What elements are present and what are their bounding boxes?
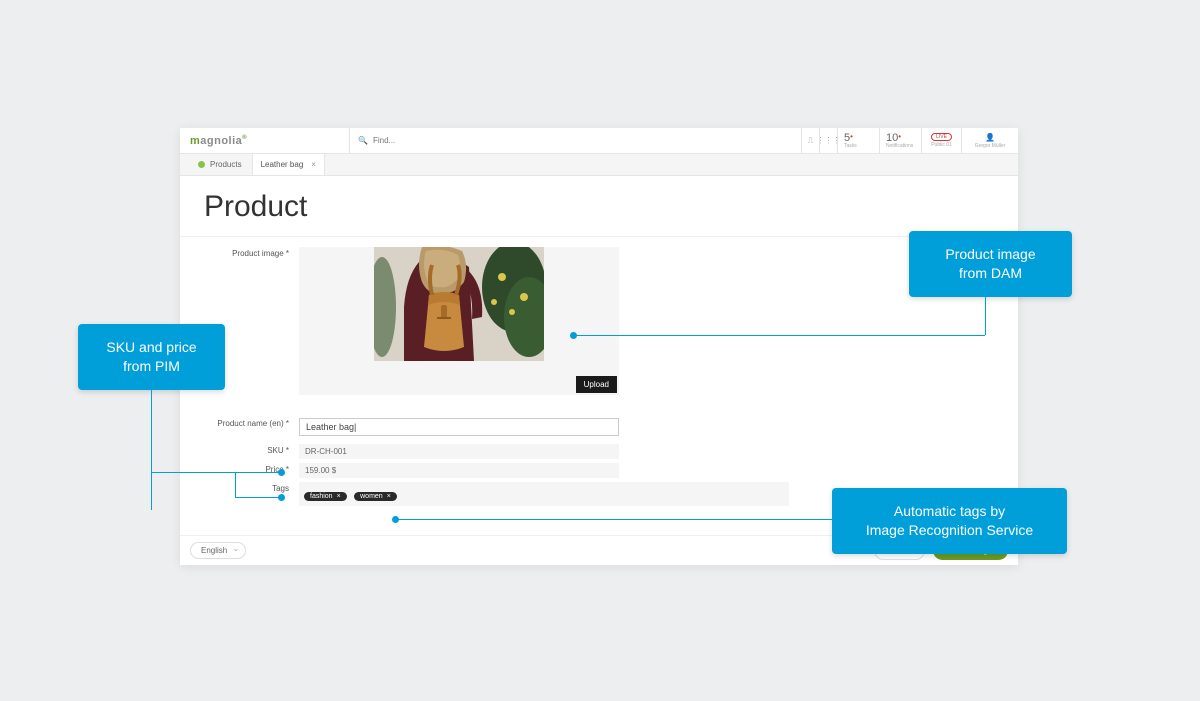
label-tags: Tags — [204, 482, 299, 493]
connector-dot — [278, 469, 285, 476]
callout-auto-tags: Automatic tags by Image Recognition Serv… — [832, 488, 1067, 554]
connector-dot — [278, 494, 285, 501]
sku-value: DR-CH-001 — [299, 444, 619, 459]
logo-rest: agnolia — [200, 135, 242, 147]
connector — [235, 472, 236, 498]
live-sublabel: Public 01 — [931, 142, 952, 148]
tag-remove-icon[interactable]: × — [387, 493, 391, 500]
callout-line: from DAM — [927, 264, 1054, 283]
user-name: Gregor Müller — [975, 143, 1006, 149]
tab-leather-bag[interactable]: Leather bag × — [252, 154, 325, 175]
user-menu[interactable]: 👤 Gregor Müller — [962, 128, 1018, 153]
tasks-label: Tasks — [844, 144, 857, 149]
notif-label: Notifications — [886, 144, 913, 149]
search-input[interactable] — [373, 136, 793, 145]
label-sku: SKU * — [204, 444, 299, 455]
upload-button[interactable]: Upload — [576, 376, 617, 393]
connector — [573, 335, 985, 336]
row-product-name: Product name (en) * — [204, 417, 994, 436]
callout-product-image: Product image from DAM — [909, 231, 1072, 297]
tag-label: women — [360, 493, 383, 500]
logo-reg: ® — [242, 135, 247, 141]
user-icon: 👤 — [985, 133, 995, 142]
connector — [775, 519, 832, 520]
tab-open-label: Leather bag — [261, 160, 304, 169]
tag-chip[interactable]: fashion × — [304, 492, 347, 501]
connector-dot — [392, 516, 399, 523]
page-title: Product — [204, 190, 994, 224]
close-icon[interactable]: × — [311, 160, 316, 169]
logo-letter: m — [190, 135, 200, 147]
product-image-thumbnail — [374, 247, 544, 361]
tag-label: fashion — [310, 493, 333, 500]
connector — [151, 472, 235, 473]
connector — [395, 519, 775, 520]
label-product-name: Product name (en) * — [204, 417, 299, 428]
callout-line: SKU and price — [96, 338, 207, 357]
connector — [151, 388, 152, 510]
product-name-input[interactable] — [299, 418, 619, 436]
connector — [775, 519, 776, 520]
search-icon: 🔍 — [358, 136, 368, 145]
label-product-image: Product image * — [204, 247, 299, 258]
notifications-indicator[interactable]: 10• Notifications — [880, 128, 922, 153]
tab-bar: Products Leather bag × — [180, 154, 1018, 176]
tab-products[interactable]: Products — [188, 154, 252, 175]
connector — [235, 472, 281, 473]
app-header: magnolia® 🔍 ⎍ ⋮⋮⋮ 5• Tasks 10• Notificat… — [180, 128, 1018, 154]
price-value: 159.00 $ — [299, 463, 619, 478]
app-dot-icon — [198, 161, 205, 168]
live-pill: LIVE — [931, 133, 952, 141]
tasks-indicator[interactable]: 5• Tasks — [838, 128, 880, 153]
tab-products-label: Products — [210, 160, 242, 169]
row-sku: SKU * DR-CH-001 — [204, 444, 994, 459]
callout-line: Image Recognition Service — [850, 521, 1049, 540]
live-status[interactable]: LIVE Public 01 — [922, 128, 962, 153]
callout-line: Product image — [927, 245, 1054, 264]
tag-chip[interactable]: women × — [354, 492, 397, 501]
language-dropdown[interactable]: English — [190, 542, 246, 559]
divider — [180, 236, 1018, 237]
row-product-image: Product image * — [204, 247, 994, 395]
connector — [235, 497, 281, 498]
connector-dot — [570, 332, 577, 339]
tag-remove-icon[interactable]: × — [337, 493, 341, 500]
row-price: Price * 159.00 $ — [204, 463, 994, 478]
connector — [985, 294, 986, 335]
logo: magnolia® — [180, 128, 350, 153]
notif-count: 10 — [886, 132, 898, 144]
image-drop-area[interactable]: Upload — [299, 247, 619, 395]
callout-line: Automatic tags by — [850, 502, 1049, 521]
apps-icon[interactable]: ⋮⋮⋮ — [820, 128, 838, 153]
callout-line: from PIM — [96, 357, 207, 376]
search-bar[interactable]: 🔍 — [350, 128, 802, 153]
page-body: Product Product image * — [180, 176, 1018, 506]
callout-sku-price: SKU and price from PIM — [78, 324, 225, 390]
